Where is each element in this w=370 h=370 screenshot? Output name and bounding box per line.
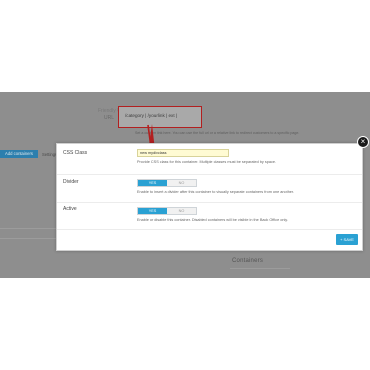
css-class-label: CSS Class — [63, 150, 88, 156]
divider-line — [57, 229, 362, 230]
divider-toggle[interactable]: YES NO — [137, 179, 197, 187]
divider-line — [57, 202, 362, 203]
bg-url-hint: Set a custom link here. You can use the … — [135, 131, 300, 135]
divider-yes-option[interactable]: YES — [138, 180, 167, 186]
bg-divider-line — [0, 238, 60, 239]
plus-icon: + — [340, 237, 343, 242]
active-toggle[interactable]: YES NO — [137, 207, 197, 215]
active-no-option[interactable]: NO — [167, 208, 196, 214]
bg-divider-line — [230, 268, 290, 269]
divider-line — [57, 174, 362, 175]
bg-settings-tab[interactable]: Settings — [42, 152, 57, 157]
bg-divider-line — [0, 228, 60, 229]
divider-help: Enable to insert a divider after this co… — [137, 190, 295, 194]
bg-containers-section-label: Containers — [232, 258, 264, 264]
save-button-label: SAVE — [343, 237, 354, 242]
bg-add-containers-button[interactable]: Add containers — [0, 150, 38, 158]
divider-no-option[interactable]: NO — [167, 180, 196, 186]
css-class-help: Provide CSS class for this container. Mu… — [137, 160, 277, 164]
bg-url-value: /category | /yourlink | ext | — [125, 113, 178, 118]
bg-url-row-label: URL — [104, 115, 115, 121]
bg-url-input-highlighted[interactable]: /category | /yourlink | ext | — [118, 106, 202, 128]
divider-label: Divider — [63, 179, 79, 185]
css-class-input[interactable]: new mydivclass — [137, 149, 229, 157]
active-label: Active — [63, 206, 77, 212]
container-settings-modal: CSS Class new mydivclass Provide CSS cla… — [56, 143, 363, 251]
active-help: Enable or disable this container. Disabl… — [137, 218, 288, 222]
active-yes-option[interactable]: YES — [138, 208, 167, 214]
close-icon[interactable]: × — [357, 136, 369, 148]
save-button[interactable]: + SAVE — [336, 234, 358, 245]
